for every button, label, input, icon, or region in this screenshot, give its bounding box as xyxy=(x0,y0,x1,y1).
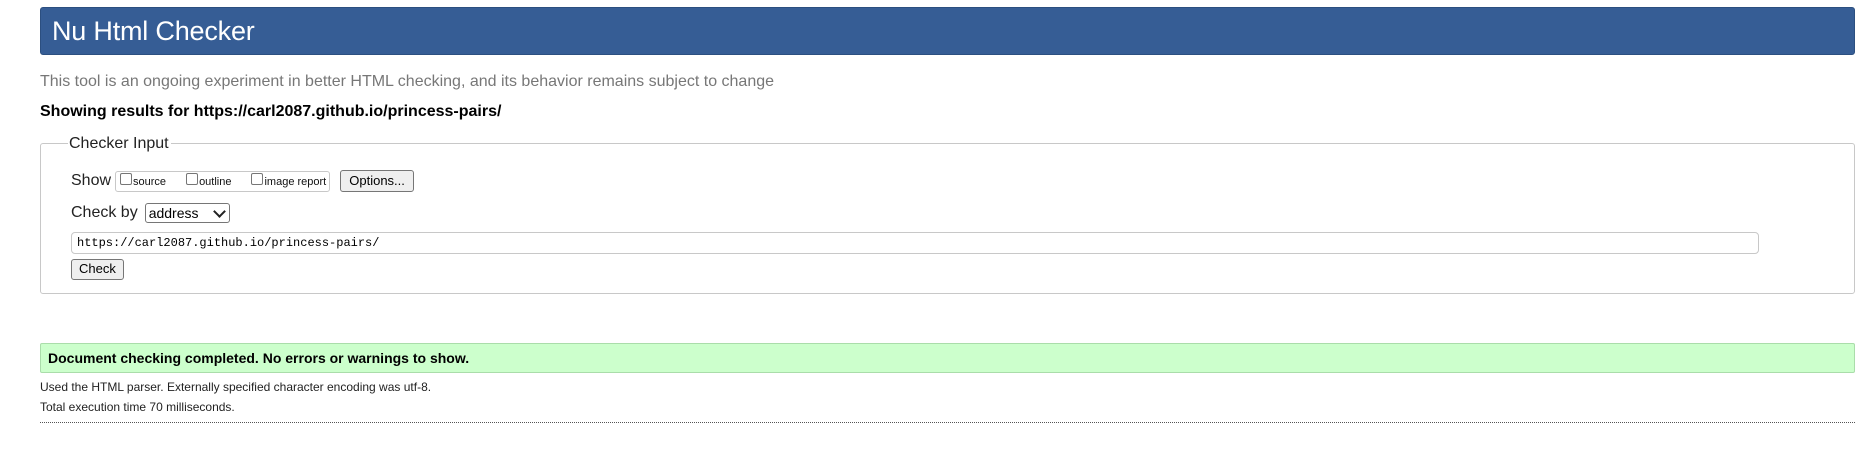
outline-checkbox[interactable] xyxy=(186,173,199,185)
header-bar: Nu Html Checker xyxy=(40,7,1855,55)
chevron-down-icon xyxy=(212,205,226,218)
check-button[interactable]: Check xyxy=(71,259,124,280)
page: Nu Html Checker This tool is an ongoing … xyxy=(0,0,1872,455)
check-by-select[interactable]: address xyxy=(144,203,230,223)
showing-results-heading: Showing results for https://carl2087.git… xyxy=(40,103,502,120)
success-message: Document checking completed. No errors o… xyxy=(48,350,470,366)
check-by-label: Check by xyxy=(71,204,138,221)
source-checkbox[interactable] xyxy=(120,173,133,185)
show-label: Show xyxy=(71,172,112,189)
parser-info: Used the HTML parser. Externally specifi… xyxy=(40,380,432,394)
checker-input-fieldset: Checker Input Show source outline image … xyxy=(40,134,1855,294)
execution-time: Total execution time 70 milliseconds. xyxy=(40,400,235,414)
options-button[interactable]: Options... xyxy=(340,170,414,192)
show-options-group: source outline image report xyxy=(115,170,331,192)
checker-input-legend: Checker Input xyxy=(68,134,171,154)
page-title: Nu Html Checker xyxy=(52,16,255,46)
check-by-row: Check by address xyxy=(71,202,230,224)
url-input[interactable]: https://carl2087.github.io/princess-pair… xyxy=(71,232,1759,254)
image-report-checkbox-label[interactable]: image report xyxy=(264,176,326,188)
image-report-checkbox[interactable] xyxy=(251,173,264,185)
check-by-selected-value: address xyxy=(148,205,199,221)
intro-text: This tool is an ongoing experiment in be… xyxy=(40,73,775,90)
divider xyxy=(40,422,1855,423)
show-row: Show source outline image report Options… xyxy=(71,169,414,193)
outline-checkbox-label[interactable]: outline xyxy=(199,176,231,188)
source-checkbox-label[interactable]: source xyxy=(133,176,166,188)
success-message-box: Document checking completed. No errors o… xyxy=(40,343,1855,373)
